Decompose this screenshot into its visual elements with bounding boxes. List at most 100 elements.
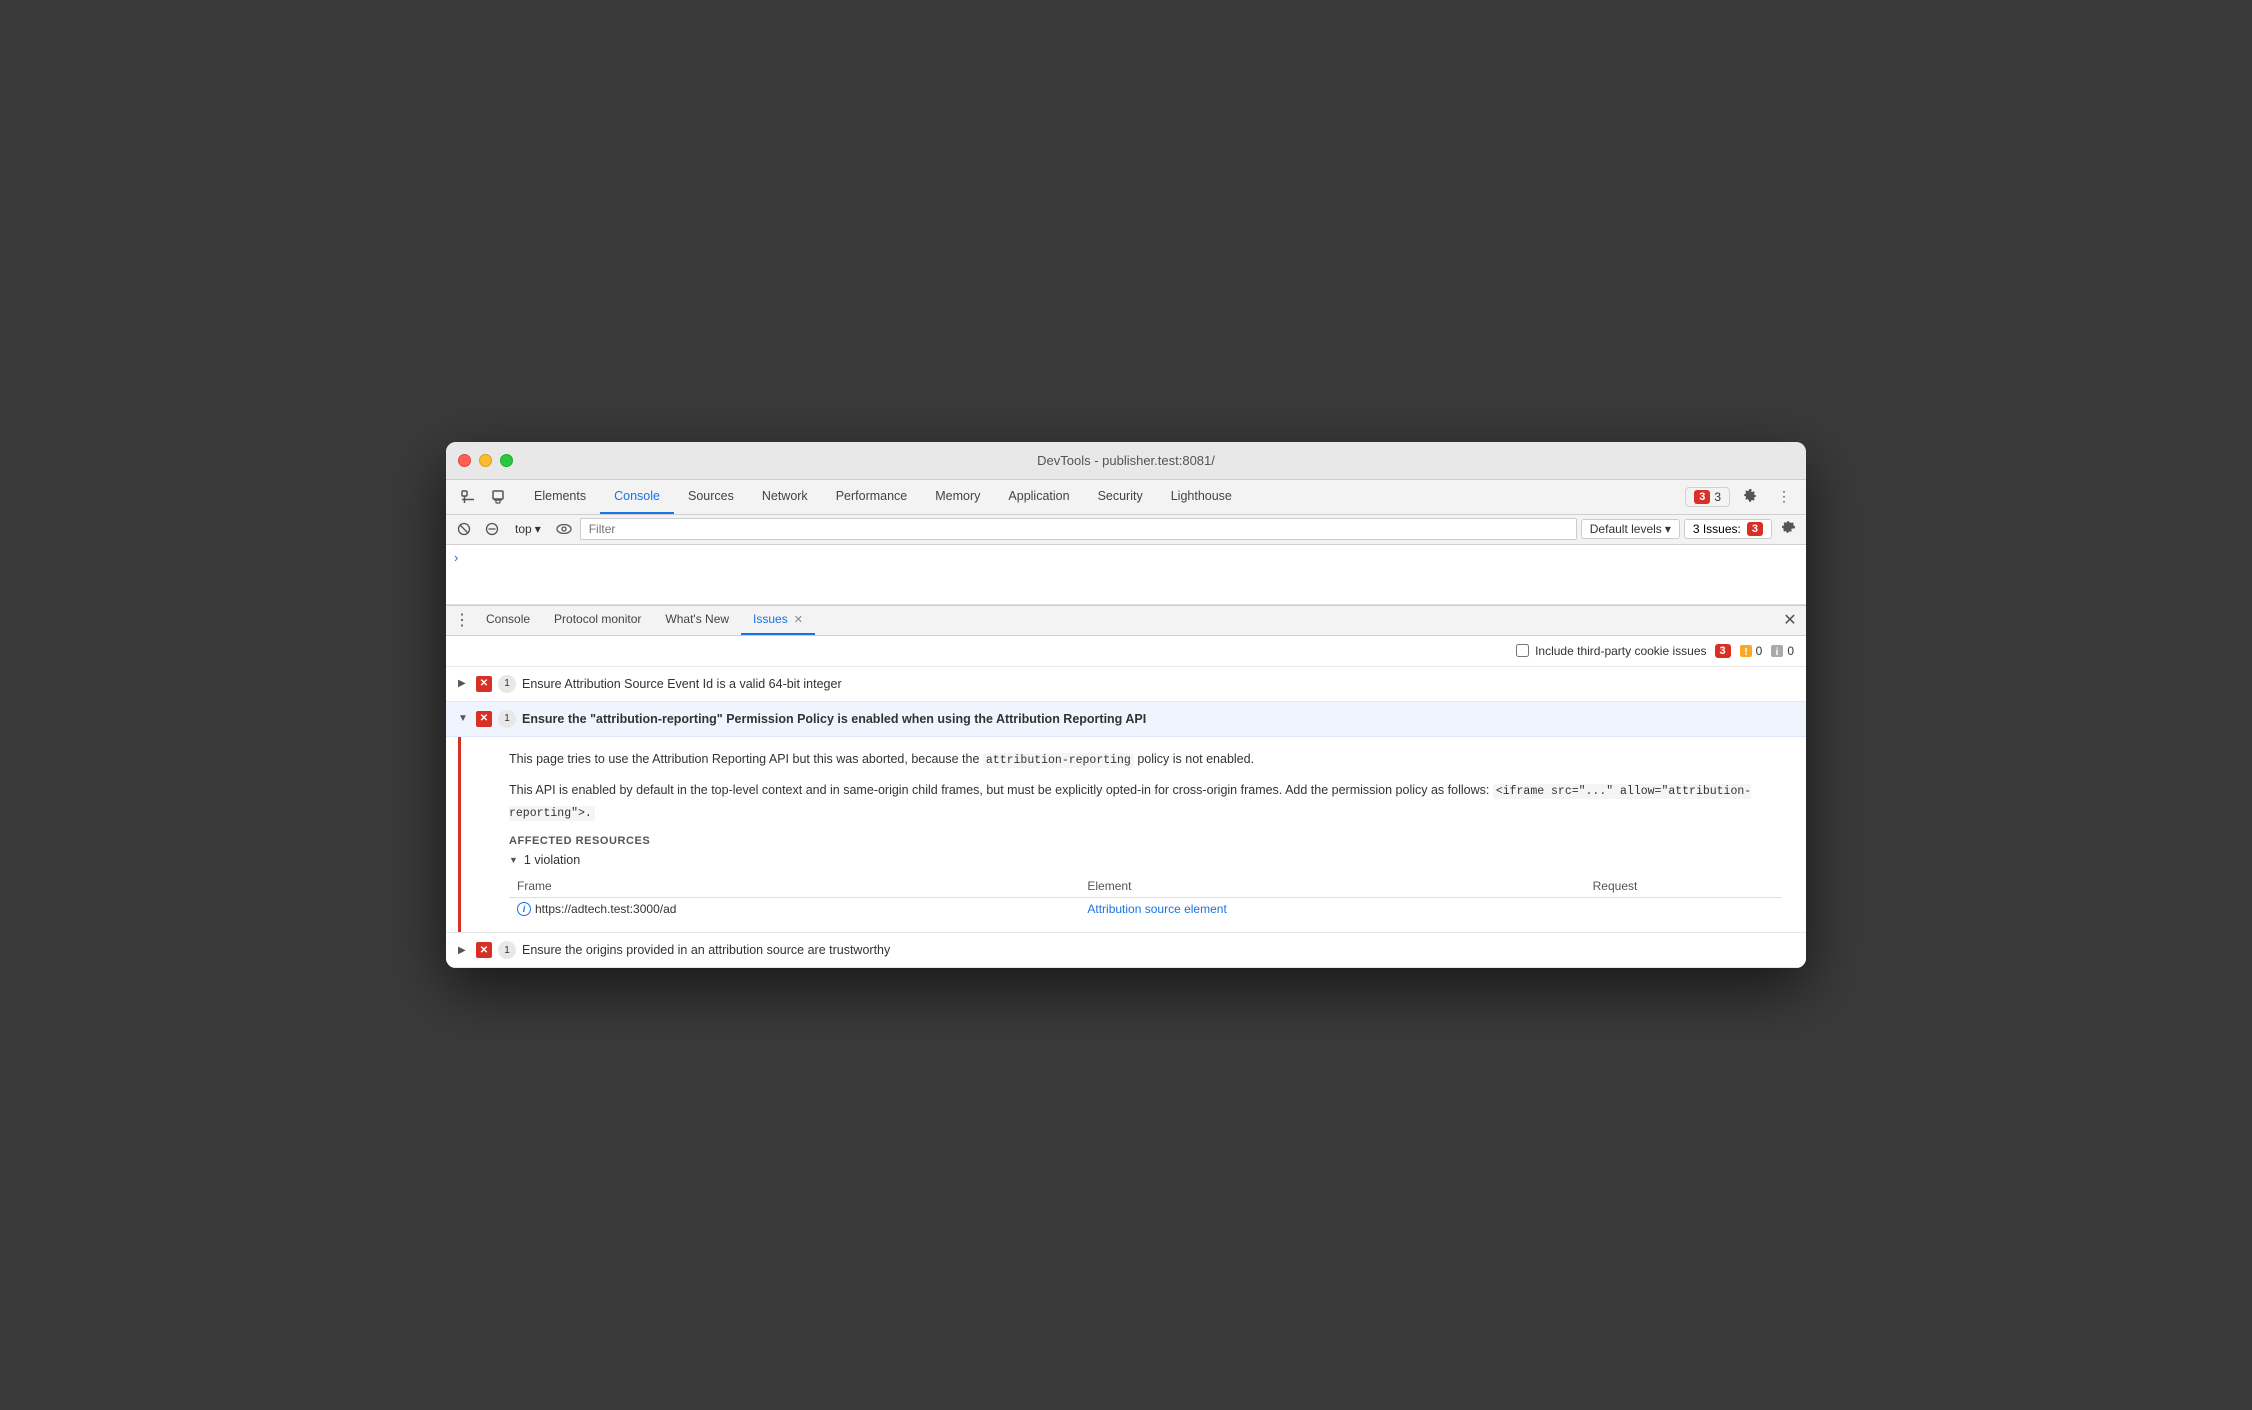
issues-number: 3 <box>1714 490 1721 504</box>
tab-protocol-monitor[interactable]: Protocol monitor <box>542 605 653 635</box>
close-panel-button[interactable]: ✕ <box>1778 608 1802 632</box>
issue-item-1: ▶ ✕ 1 Ensure Attribution Source Event Id… <box>446 667 1806 702</box>
issues-panel: Include third-party cookie issues 3 ! 0 <box>446 636 1806 968</box>
console-prompt-icon: › <box>454 550 458 565</box>
log-levels-label: Default levels <box>1590 522 1662 536</box>
no-log-icon[interactable] <box>480 517 504 541</box>
issues-count-button[interactable]: 3 Issues: 3 <box>1684 519 1772 539</box>
log-levels-selector[interactable]: Default levels ▾ <box>1581 519 1680 539</box>
col-frame: Frame <box>509 875 1079 898</box>
info-count-display: i 0 <box>1770 644 1794 658</box>
svg-text:!: ! <box>1744 647 1747 658</box>
element-cell: Attribution source element <box>1079 898 1584 921</box>
top-tab-bar: Elements Console Sources Network Perform… <box>446 480 1806 515</box>
issue-arrow-2: ▼ <box>458 713 470 724</box>
attribution-source-link[interactable]: Attribution source element <box>1087 902 1226 916</box>
info-count-text: 0 <box>1787 644 1794 658</box>
col-element: Element <box>1079 875 1584 898</box>
context-selector[interactable]: top ▾ <box>508 519 548 539</box>
issue-count-1: 1 <box>498 675 516 693</box>
bottom-panel: ⋮ Console Protocol monitor What's New Is… <box>446 605 1806 968</box>
tab-lighthouse[interactable]: Lighthouse <box>1157 479 1246 514</box>
third-party-label-text: Include third-party cookie issues <box>1535 644 1706 658</box>
console-settings-icon[interactable] <box>1776 517 1800 541</box>
issue-title-1: Ensure Attribution Source Event Id is a … <box>522 677 842 691</box>
device-icon[interactable] <box>484 483 512 511</box>
devtools-icons <box>454 483 512 511</box>
issue-count-3: 1 <box>498 941 516 959</box>
affected-label: AFFECTED RESOURCES <box>509 835 1782 847</box>
minimize-button[interactable] <box>479 454 492 467</box>
tab-network[interactable]: Network <box>748 479 822 514</box>
issue-para1-before: This page tries to use the Attribution R… <box>509 752 983 766</box>
clear-console-icon[interactable] <box>452 517 476 541</box>
close-issues-tab-icon[interactable]: ✕ <box>794 613 803 626</box>
third-party-checkbox-label[interactable]: Include third-party cookie issues <box>1516 644 1706 658</box>
issues-count-label: 3 Issues: <box>1693 522 1741 536</box>
affected-resources: AFFECTED RESOURCES ▼ 1 violation Frame <box>509 835 1782 920</box>
devtools-panel: Elements Console Sources Network Perform… <box>446 480 1806 968</box>
frame-cell: https://adtech.test:3000/ad <box>509 898 1079 921</box>
bottom-tab-bar: ⋮ Console Protocol monitor What's New Is… <box>446 606 1806 636</box>
main-tab-list: Elements Console Sources Network Perform… <box>520 479 1685 514</box>
issue-error-icon-3: ✕ <box>476 942 492 958</box>
settings-icon[interactable] <box>1736 483 1764 511</box>
issue-count-2: 1 <box>498 710 516 728</box>
inspect-icon[interactable] <box>454 483 482 511</box>
maximize-button[interactable] <box>500 454 513 467</box>
issue-error-icon-2: ✕ <box>476 711 492 727</box>
issue-header-3[interactable]: ▶ ✕ 1 Ensure the origins provided in an … <box>446 933 1806 967</box>
issue-arrow-3: ▶ <box>458 945 470 956</box>
issue-header-2[interactable]: ▼ ✕ 1 Ensure the "attribution-reporting"… <box>446 702 1806 737</box>
filter-input[interactable] <box>580 518 1577 540</box>
tab-sources[interactable]: Sources <box>674 479 748 514</box>
tab-memory[interactable]: Memory <box>921 479 994 514</box>
more-menu-icon[interactable]: ⋮ <box>1770 483 1798 511</box>
close-button[interactable] <box>458 454 471 467</box>
third-party-row: Include third-party cookie issues 3 ! 0 <box>446 636 1806 667</box>
tab-application[interactable]: Application <box>994 479 1083 514</box>
issues-counts: 3 ! 0 i <box>1715 644 1795 658</box>
issue-detail-2: This page tries to use the Attribution R… <box>458 737 1806 932</box>
tab-elements[interactable]: Elements <box>520 479 600 514</box>
issues-count-badge: 3 <box>1747 522 1763 536</box>
tab-security[interactable]: Security <box>1084 479 1157 514</box>
issue-para2-text: This API is enabled by default in the to… <box>509 783 1493 797</box>
tab-whats-new[interactable]: What's New <box>653 605 741 635</box>
issue-item-2: ▼ ✕ 1 Ensure the "attribution-reporting"… <box>446 702 1806 933</box>
table-row: https://adtech.test:3000/ad Attribution … <box>509 898 1782 921</box>
issue-header-1[interactable]: ▶ ✕ 1 Ensure Attribution Source Event Id… <box>446 667 1806 701</box>
eye-icon[interactable] <box>552 517 576 541</box>
issue-arrow-1: ▶ <box>458 678 470 689</box>
violation-toggle[interactable]: ▼ 1 violation <box>509 853 1782 867</box>
tab-console-drawer[interactable]: Console <box>474 605 542 635</box>
bottom-tabs-right: ✕ <box>1778 608 1802 632</box>
console-output: › <box>446 545 1806 605</box>
frame-icon <box>517 902 531 916</box>
tab-console[interactable]: Console <box>600 479 674 514</box>
violation-label: 1 violation <box>524 853 580 867</box>
tab-performance[interactable]: Performance <box>822 479 922 514</box>
devtools-window: DevTools - publisher.test:8081/ <box>446 442 1806 968</box>
svg-text:i: i <box>1776 647 1779 658</box>
error-count-display: 3 <box>1715 644 1731 658</box>
window-title: DevTools - publisher.test:8081/ <box>1037 453 1215 468</box>
frame-url: https://adtech.test:3000/ad <box>535 902 676 916</box>
issue-para-2: This API is enabled by default in the to… <box>509 780 1782 823</box>
issue-code-1: attribution-reporting <box>983 753 1134 768</box>
issue-title-3: Ensure the origins provided in an attrib… <box>522 943 890 957</box>
top-tabs-right: 3 3 ⋮ <box>1685 483 1798 511</box>
tab-issues[interactable]: Issues ✕ <box>741 605 815 635</box>
third-party-checkbox[interactable] <box>1516 644 1529 657</box>
warn-count-text: 0 <box>1756 644 1763 658</box>
issues-error-count: 3 <box>1694 490 1710 504</box>
issues-badge[interactable]: 3 3 <box>1685 487 1730 507</box>
context-label: top <box>515 522 532 536</box>
request-cell <box>1585 898 1782 921</box>
issue-para1-after: policy is not enabled. <box>1134 752 1254 766</box>
console-toolbar: top ▾ Default levels ▾ 3 Issues: 3 <box>446 515 1806 545</box>
issue-title-2: Ensure the "attribution-reporting" Permi… <box>522 712 1146 726</box>
table-header-row: Frame Element Request <box>509 875 1782 898</box>
warn-count-display: ! 0 <box>1739 644 1763 658</box>
more-tabs-icon[interactable]: ⋮ <box>450 608 474 632</box>
